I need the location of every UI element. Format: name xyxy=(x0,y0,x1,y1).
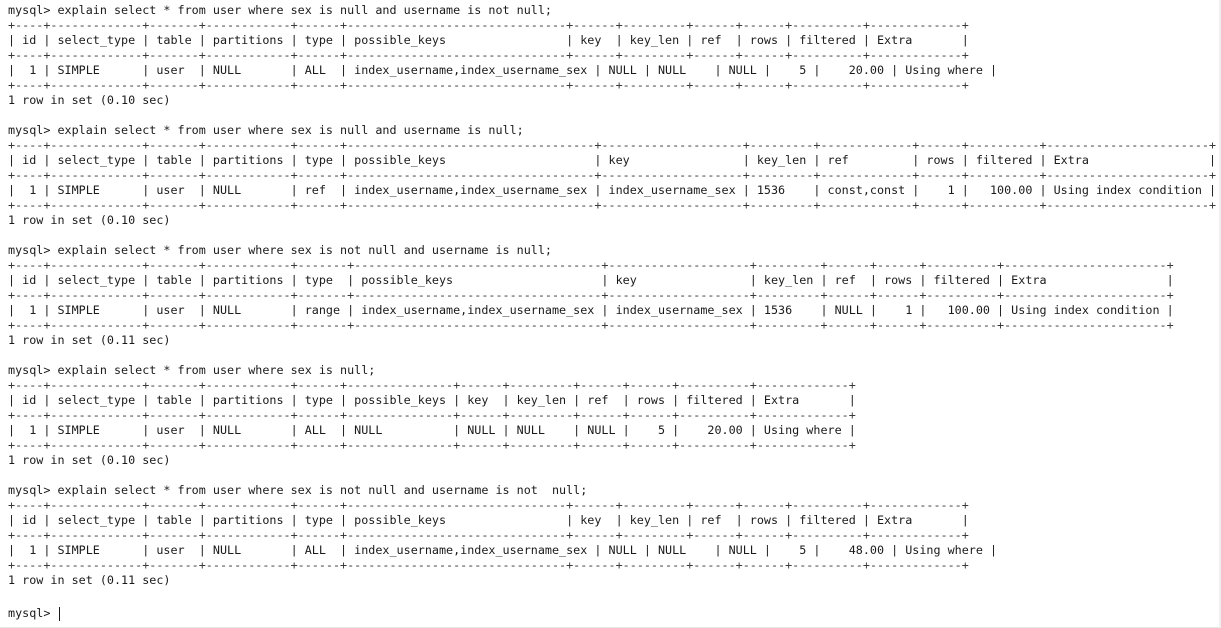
table-border-line: +----+-------------+-------+------------… xyxy=(8,288,1174,302)
table-border-line: +----+-------------+-------+------------… xyxy=(8,318,1174,332)
output-line: 1 row in set (0.11 sec) xyxy=(8,573,171,587)
table-row: | id | select_type | table | partitions … xyxy=(8,273,1174,287)
command-line: mysql> explain select * from user where … xyxy=(8,3,552,17)
command-line: mysql> explain select * from user where … xyxy=(8,483,588,497)
text-cursor xyxy=(59,606,61,621)
table-border-line: +----+-------------+-------+------------… xyxy=(8,258,1174,272)
table-border-line: +----+-------------+-------+------------… xyxy=(8,48,969,62)
table-row: | id | select_type | table | partitions … xyxy=(8,153,1217,167)
command-prompt[interactable]: mysql> xyxy=(8,606,61,621)
command-line: mysql> explain select * from user where … xyxy=(8,123,524,137)
table-row: | id | select_type | table | partitions … xyxy=(8,33,969,47)
output-line: 1 row in set (0.10 sec) xyxy=(8,213,171,227)
terminal-window[interactable]: mysql> explain select * from user where … xyxy=(0,0,1221,628)
table-border-line: +----+-------------+-------+------------… xyxy=(8,498,969,512)
table-border-line: +----+-------------+-------+------------… xyxy=(8,528,969,542)
output-line: 1 row in set (0.10 sec) xyxy=(8,453,171,467)
table-border-line: +----+-------------+-------+------------… xyxy=(8,78,969,92)
table-row: | 1 | SIMPLE | user | NULL | range | ind… xyxy=(8,303,1174,317)
table-border-line: +----+-------------+-------+------------… xyxy=(8,558,969,572)
table-row: | 1 | SIMPLE | user | NULL | ref | index… xyxy=(8,183,1217,197)
table-border-line: +----+-------------+-------+------------… xyxy=(8,168,1217,182)
table-border-line: +----+-------------+-------+------------… xyxy=(8,378,856,392)
table-border-line: +----+-------------+-------+------------… xyxy=(8,438,856,452)
table-row: | 1 | SIMPLE | user | NULL | ALL | NULL … xyxy=(8,423,856,437)
table-row: | 1 | SIMPLE | user | NULL | ALL | index… xyxy=(8,63,998,77)
output-line: 1 row in set (0.10 sec) xyxy=(8,93,171,107)
table-row: | id | select_type | table | partitions … xyxy=(8,513,969,527)
table-border-line: +----+-------------+-------+------------… xyxy=(8,138,1217,152)
output-line: 1 row in set (0.11 sec) xyxy=(8,333,171,347)
table-border-line: +----+-------------+-------+------------… xyxy=(8,408,856,422)
table-border-line: +----+-------------+-------+------------… xyxy=(8,18,969,32)
table-row: | id | select_type | table | partitions … xyxy=(8,393,856,407)
table-row: | 1 | SIMPLE | user | NULL | ALL | index… xyxy=(8,543,998,557)
command-line: mysql> explain select * from user where … xyxy=(8,243,552,257)
prompt-label: mysql> xyxy=(8,606,58,620)
command-line: mysql> explain select * from user where … xyxy=(8,363,376,377)
table-border-line: +----+-------------+-------+------------… xyxy=(8,198,1217,212)
